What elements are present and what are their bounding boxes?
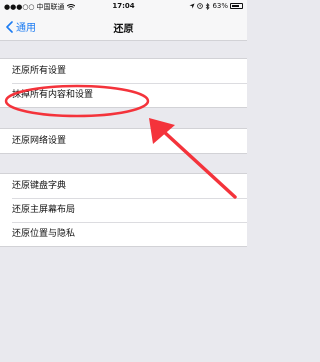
bluetooth-icon xyxy=(206,2,210,10)
navigation-bar: 通用 还原 xyxy=(0,14,247,41)
erase-all-content-and-settings[interactable]: 抹掉所有内容和设置 xyxy=(0,83,247,107)
battery-icon xyxy=(230,3,243,9)
reset-all-settings[interactable]: 还原所有设置 xyxy=(0,59,247,83)
settings-group-1: 还原所有设置 抹掉所有内容和设置 xyxy=(0,58,247,108)
status-bar: ●●●○○ 中国联通 17:04 63% xyxy=(0,0,247,14)
reset-network-settings[interactable]: 还原网络设置 xyxy=(0,129,247,153)
status-right: 63% xyxy=(189,2,243,10)
page-title: 还原 xyxy=(113,24,134,35)
settings-group-2: 还原网络设置 xyxy=(0,128,247,154)
settings-group-3: 还原键盘字典 还原主屏幕布局 还原位置与隐私 xyxy=(0,173,247,247)
reset-home-screen-layout[interactable]: 还原主屏幕布局 xyxy=(0,198,247,222)
battery-percent: 63% xyxy=(212,2,228,10)
alarm-icon xyxy=(197,3,204,9)
navigation-arrow-icon xyxy=(189,3,195,9)
reset-location-and-privacy[interactable]: 还原位置与隐私 xyxy=(0,222,247,246)
reset-keyboard-dictionary[interactable]: 还原键盘字典 xyxy=(0,174,247,198)
